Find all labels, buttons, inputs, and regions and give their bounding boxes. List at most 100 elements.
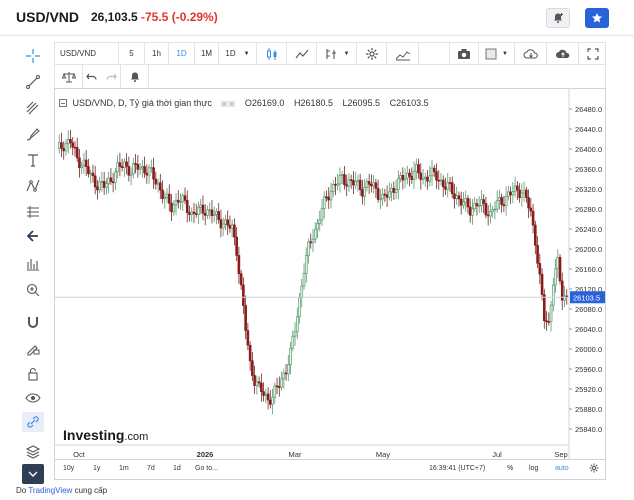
lock-draw-tool[interactable] xyxy=(22,338,44,358)
candle-body xyxy=(536,244,539,264)
auto-scale-toggle[interactable]: auto xyxy=(555,465,569,472)
trend-line-tool[interactable] xyxy=(22,72,44,92)
add-alert-button[interactable] xyxy=(546,8,570,28)
interval-select[interactable]: 1D ▼ xyxy=(219,43,257,64)
candle-body xyxy=(62,148,66,152)
fib-tool[interactable] xyxy=(22,254,44,274)
redo-icon xyxy=(105,73,117,80)
settings-button[interactable] xyxy=(357,43,387,64)
tradingview-link[interactable]: TradingView xyxy=(28,486,72,495)
line-chart-button[interactable] xyxy=(287,43,317,64)
candle-body xyxy=(161,189,164,200)
candle-body xyxy=(513,185,517,193)
snapshot-button[interactable] xyxy=(449,43,479,64)
candle-body xyxy=(237,255,241,274)
candle-body xyxy=(390,187,393,193)
link-tool[interactable] xyxy=(22,412,44,432)
candle-body xyxy=(338,175,342,185)
range-1d[interactable]: 1d xyxy=(173,465,181,472)
candle-body xyxy=(502,204,506,207)
gear-icon xyxy=(589,463,599,473)
log-scale-toggle[interactable]: log xyxy=(529,465,538,472)
candle-body xyxy=(147,167,151,176)
fullscreen-button[interactable] xyxy=(579,43,606,64)
indicators-button[interactable]: ▼ xyxy=(317,43,357,64)
y-tick-label: 25840.0 xyxy=(575,425,602,434)
range-10y[interactable]: 10y xyxy=(63,465,74,472)
candle-body xyxy=(275,385,279,388)
candle-body xyxy=(439,179,443,182)
line-chart-icon xyxy=(295,49,308,58)
visibility-tool[interactable] xyxy=(22,388,44,408)
candle-body xyxy=(500,197,503,205)
candle-body xyxy=(556,257,560,270)
prediction-tool[interactable] xyxy=(22,202,44,222)
secondary-toolbar xyxy=(54,64,606,88)
chart-properties-button[interactable] xyxy=(589,463,599,475)
redo-button[interactable] xyxy=(101,65,121,88)
candle-body xyxy=(540,273,544,295)
compare-icon xyxy=(395,50,410,60)
interval-1h[interactable]: 1h xyxy=(145,43,169,64)
crosshair-tool[interactable] xyxy=(22,46,44,66)
lock-draw-icon xyxy=(27,345,40,356)
add-to-watchlist-button[interactable] xyxy=(585,8,609,28)
candle-body xyxy=(158,182,162,191)
load-chart-button[interactable] xyxy=(515,43,547,64)
range-1y[interactable]: 1y xyxy=(93,465,100,472)
text-tool[interactable] xyxy=(22,150,44,170)
pitchfork-tool[interactable] xyxy=(22,98,44,118)
layers-tool[interactable] xyxy=(22,442,44,462)
chart-pane[interactable]: USD/VND, D, Tỷ giá thời gian thực ▣▣ O26… xyxy=(54,88,606,460)
candle-body xyxy=(91,172,95,177)
create-alert-button[interactable] xyxy=(121,65,149,88)
candle-body xyxy=(403,177,407,181)
candle-body xyxy=(331,183,335,193)
candle-body xyxy=(457,195,461,200)
candle-body xyxy=(430,167,434,177)
candle-body xyxy=(551,284,555,306)
goto-date-button[interactable]: Go to... xyxy=(195,465,218,472)
candle-body xyxy=(219,219,223,229)
candle-body xyxy=(96,186,99,191)
candle-body xyxy=(491,209,494,212)
candle-body xyxy=(107,177,110,184)
price-chart[interactable]: 26480.0 26440.0 26400.0 26360.0 26320.0 26280… xyxy=(55,89,605,459)
interval-1d[interactable]: 1D xyxy=(169,43,195,64)
candle-body xyxy=(376,188,380,200)
scales-button[interactable] xyxy=(55,65,83,88)
lock-tool[interactable] xyxy=(22,364,44,384)
range-1m[interactable]: 1m xyxy=(119,465,129,472)
candle-body xyxy=(244,305,247,331)
layout-button[interactable]: ▼ xyxy=(479,43,515,64)
candle-body xyxy=(381,193,384,200)
fib-icon xyxy=(27,259,39,271)
interval-5[interactable]: 5 xyxy=(119,43,145,64)
change-value: -75.5 xyxy=(141,10,169,24)
range-7d[interactable]: 7d xyxy=(147,465,155,472)
percent-scale-toggle[interactable]: % xyxy=(507,465,513,472)
save-chart-button[interactable] xyxy=(547,43,579,64)
collapse-toolbar-button[interactable] xyxy=(22,464,44,484)
candle-body xyxy=(150,167,153,169)
brush-icon xyxy=(26,128,40,141)
interval-1m[interactable]: 1M xyxy=(195,43,219,64)
zoom-tool[interactable] xyxy=(22,280,44,300)
candle-body xyxy=(520,192,524,199)
magnet-tool[interactable] xyxy=(22,312,44,332)
candle-body xyxy=(192,211,196,214)
chart-type-button[interactable] xyxy=(257,43,287,64)
symbol-search-input[interactable]: USD/VND xyxy=(55,43,119,64)
candle-body xyxy=(428,175,432,182)
candle-body xyxy=(489,211,492,217)
brush-tool[interactable] xyxy=(22,124,44,144)
y-tick-label: 26360.0 xyxy=(575,165,602,174)
back-tool[interactable] xyxy=(22,226,44,246)
pattern-tool[interactable] xyxy=(22,176,44,196)
candle-body xyxy=(410,176,414,180)
candle-body xyxy=(349,179,353,181)
candle-body xyxy=(248,344,252,362)
compare-button[interactable] xyxy=(387,43,419,64)
undo-button[interactable] xyxy=(83,65,101,88)
layers-icon xyxy=(25,445,41,459)
